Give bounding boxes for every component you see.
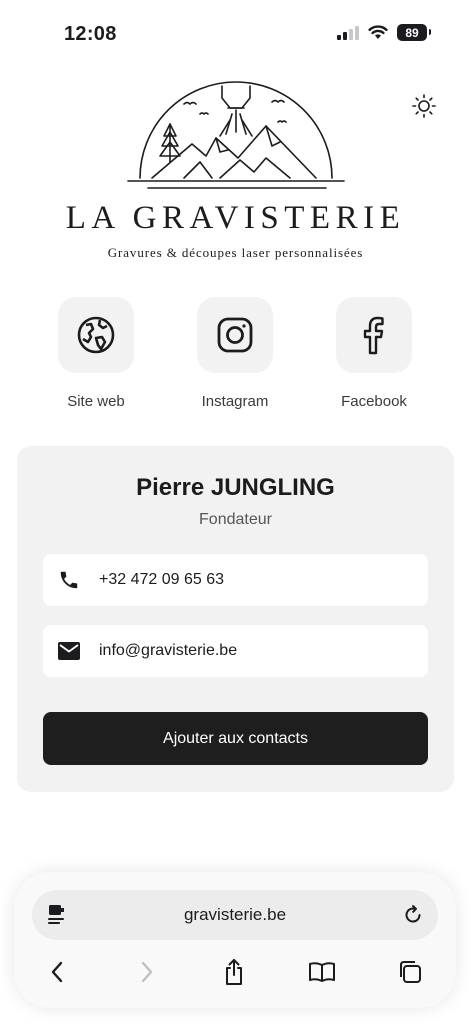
tabs-icon xyxy=(400,961,421,983)
social-label-facebook: Facebook xyxy=(341,393,407,410)
social-button-instagram[interactable] xyxy=(197,297,273,373)
brand-logo-mountain-icon xyxy=(127,81,345,189)
status-icons: 89 xyxy=(337,24,431,41)
brand-tagline: Gravures & découpes laser personnalisées xyxy=(107,245,364,260)
facebook-icon xyxy=(363,316,384,355)
status-bar: 12:08 89 xyxy=(0,0,471,64)
email-row[interactable]: info@gravisterie.be xyxy=(43,625,428,677)
phone-icon xyxy=(60,571,78,589)
forward-icon xyxy=(141,961,153,983)
share-button[interactable] xyxy=(219,958,249,986)
reload-icon[interactable] xyxy=(402,904,424,926)
add-to-contacts-button[interactable]: Ajouter aux contacts xyxy=(43,712,428,765)
globe-icon xyxy=(77,316,115,354)
address-bar[interactable]: gravisterie.be xyxy=(32,890,438,940)
back-button[interactable] xyxy=(42,958,72,986)
contact-role: Fondateur xyxy=(199,511,272,528)
social-button-website[interactable] xyxy=(58,297,134,373)
bookmarks-icon xyxy=(309,962,335,982)
forward-button[interactable] xyxy=(132,958,162,986)
battery-indicator: 89 xyxy=(397,24,431,41)
wifi-icon xyxy=(368,25,388,39)
cellular-signal-icon xyxy=(337,25,359,40)
contact-name: Pierre JUNGLING xyxy=(136,474,335,501)
social-button-facebook[interactable] xyxy=(336,297,412,373)
contact-card: Pierre JUNGLING Fondateur +32 472 09 65 … xyxy=(17,446,454,792)
browser-toolbar: gravisterie.be xyxy=(14,872,456,1008)
instagram-icon xyxy=(217,317,253,353)
phone-number: +32 472 09 65 63 xyxy=(99,571,225,588)
brand-name: LA GRAVISTERIE xyxy=(65,200,406,236)
social-link-website[interactable]: Site web xyxy=(41,297,151,410)
sun-icon xyxy=(412,94,436,118)
email-address: info@gravisterie.be xyxy=(99,642,238,659)
social-label-instagram: Instagram xyxy=(201,393,269,410)
battery-level: 89 xyxy=(405,25,419,40)
page-menu-icon[interactable] xyxy=(46,903,68,927)
back-icon xyxy=(51,961,63,983)
share-icon xyxy=(226,959,242,985)
theme-toggle-button[interactable] xyxy=(408,90,440,122)
mail-icon xyxy=(58,642,80,660)
phone-row[interactable]: +32 472 09 65 63 xyxy=(43,554,428,606)
url-text: gravisterie.be xyxy=(183,905,287,924)
social-label-website: Site web xyxy=(67,393,125,410)
bookmarks-button[interactable] xyxy=(307,958,337,986)
status-time: 12:08 xyxy=(64,23,117,45)
tabs-button[interactable] xyxy=(395,958,425,986)
social-link-instagram[interactable]: Instagram xyxy=(180,297,290,410)
social-link-facebook[interactable]: Facebook xyxy=(319,297,429,410)
